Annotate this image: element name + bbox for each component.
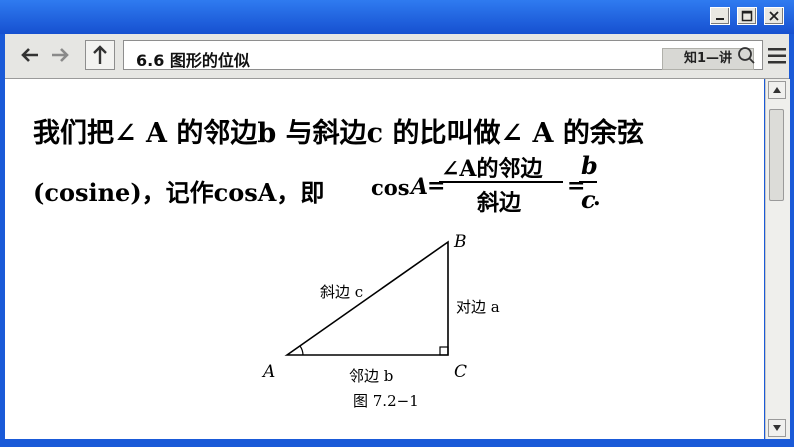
formula-period: . — [593, 185, 601, 211]
vertex-a-label: A — [261, 362, 275, 382]
formula-denominator: 斜边 — [477, 190, 522, 216]
window-title-bar — [0, 0, 794, 34]
definition-line-1: 我们把∠ A 的邻边b 与斜边c 的比叫做∠ A 的余弦 — [33, 118, 644, 149]
up-arrow-icon — [93, 45, 107, 64]
hypotenuse-label: 斜边 c — [320, 283, 363, 301]
vertex-c-label: C — [454, 362, 467, 382]
scrollbar-thumb[interactable] — [769, 109, 784, 201]
scroll-down-button[interactable] — [768, 419, 786, 437]
forward-arrow-icon[interactable] — [47, 42, 73, 68]
document-content: 我们把∠ A 的邻边b 与斜边c 的比叫做∠ A 的余弦 (cosine)，记作… — [5, 79, 764, 439]
figure-caption: 图 7.2−1 — [353, 392, 419, 410]
angle-a-arc — [299, 345, 304, 356]
menu-icon[interactable] — [767, 46, 787, 66]
minimize-button[interactable] — [710, 7, 730, 25]
triangle-shape — [284, 240, 449, 356]
up-button[interactable] — [85, 40, 115, 70]
navigation-toolbar: 6.6 图形的位似 知1—讲 — [5, 34, 789, 79]
vertex-b-label: B — [453, 232, 467, 252]
formula-b: b — [581, 151, 598, 180]
right-angle-marker — [439, 346, 449, 356]
right-triangle-figure: A B C 斜边 c 对边 a 邻边 b 图 7.2−1 — [261, 232, 500, 410]
formula-numerator: ∠A的邻边 — [441, 156, 543, 182]
address-text: 6.6 图形的位似 — [136, 51, 250, 70]
address-bar[interactable]: 6.6 图形的位似 知1—讲 — [123, 40, 763, 70]
cosine-formula: cos A = ∠A的邻边 斜边 = b c . — [371, 149, 601, 219]
scroll-down-icon — [773, 425, 781, 431]
adjacent-side-label: 邻边 b — [349, 367, 393, 385]
scroll-up-button[interactable] — [768, 81, 786, 99]
definition-line-2: (cosine)，记作cosA，即 — [33, 178, 325, 207]
formula-cos: cos — [371, 175, 410, 200]
maximize-button[interactable] — [737, 7, 757, 25]
scroll-up-icon — [773, 87, 781, 93]
minimize-icon — [716, 18, 724, 20]
formula-variable-a: A — [411, 174, 429, 200]
opposite-side-label: 对边 a — [456, 298, 500, 316]
formula-fraction-bar — [439, 181, 563, 183]
vertical-scrollbar[interactable] — [765, 79, 790, 439]
close-icon — [769, 11, 779, 21]
back-arrow-icon[interactable] — [17, 42, 43, 68]
close-button[interactable] — [764, 7, 784, 25]
formula-fraction-bar-2 — [579, 181, 597, 183]
maximize-icon — [741, 10, 753, 22]
search-icon[interactable] — [736, 45, 756, 65]
